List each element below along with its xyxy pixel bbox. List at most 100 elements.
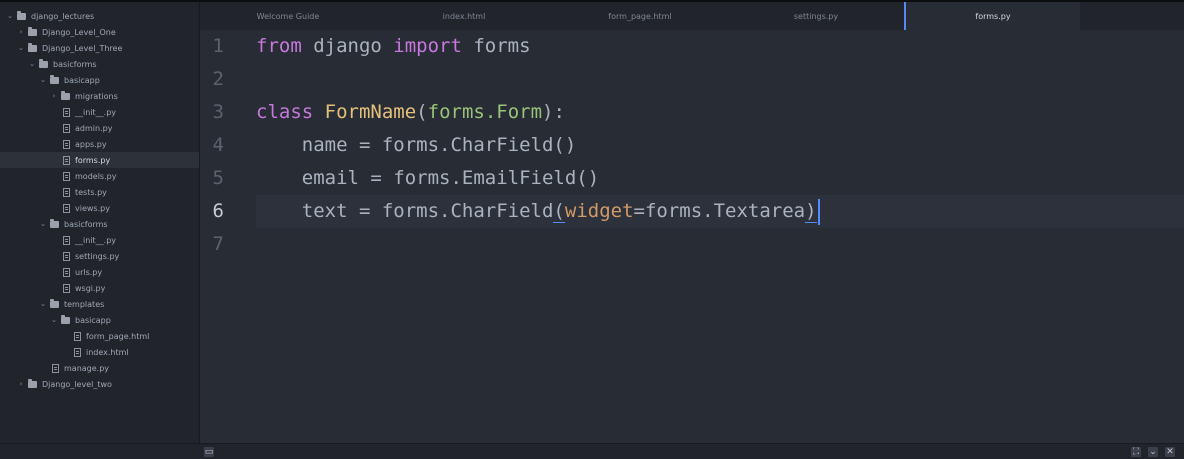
fullscreen-icon[interactable]: ⛶: [1131, 447, 1141, 457]
panel-toggle-icon[interactable]: ▭: [204, 447, 214, 457]
folder-icon: [50, 74, 59, 84]
code-token: email = forms.EmailField(): [256, 167, 600, 189]
tree-item-label: admin.py: [75, 123, 113, 133]
chevron-down-icon[interactable]: ⌄: [39, 220, 47, 228]
code-text: from django import forms: [256, 30, 531, 63]
tree-item-label: Django_Level_Three: [42, 43, 123, 53]
tree-folder[interactable]: ⌄ basicforms: [0, 216, 199, 232]
folder-icon: [50, 298, 59, 308]
tab-bar: Welcome Guide index.html form_page.html set…: [200, 2, 1184, 30]
file-icon: [63, 107, 70, 117]
chevron-right-icon[interactable]: ›: [17, 380, 25, 388]
code-line[interactable]: 7: [200, 228, 1184, 261]
chevron-right-icon[interactable]: ›: [17, 28, 25, 36]
file-icon: [63, 171, 70, 181]
file-icon: [63, 139, 70, 149]
file-icon: [63, 203, 70, 213]
code-line[interactable]: 6 text = forms.CharField(widget=forms.Te…: [200, 195, 1184, 228]
tree-file[interactable]: apps.py: [0, 136, 199, 152]
close-icon[interactable]: ✕: [1165, 447, 1175, 457]
code-token: name = forms.CharField(): [256, 134, 577, 156]
line-number: 4: [212, 134, 224, 156]
tree-file[interactable]: models.py: [0, 168, 199, 184]
folder-icon: [28, 378, 37, 388]
chevron-down-icon[interactable]: ⌄: [1148, 447, 1158, 457]
tree-file[interactable]: __init__.py: [0, 104, 199, 120]
tree-item-label: views.py: [75, 203, 110, 213]
line-number: 1: [212, 35, 224, 57]
folder-icon: [28, 42, 37, 52]
tree-file[interactable]: urls.py: [0, 264, 199, 280]
tree-file[interactable]: wsgi.py: [0, 280, 199, 296]
code-line[interactable]: 4 name = forms.CharField(): [200, 129, 1184, 162]
folder-icon: [17, 10, 26, 20]
tree-folder[interactable]: › Django_level_two: [0, 376, 199, 392]
tree-file[interactable]: views.py: [0, 200, 199, 216]
tab-label: form_page.html: [608, 11, 672, 21]
code-editor[interactable]: 1 from django import forms 2 3 class FormNam…: [200, 30, 1184, 443]
folder-icon: [50, 218, 59, 228]
tree-file[interactable]: __init__.py: [0, 232, 199, 248]
tab-label: forms.py: [975, 11, 1011, 21]
folder-icon: [39, 58, 48, 68]
tree-folder[interactable]: ⌄ basicforms: [0, 56, 199, 72]
line-number: 6: [212, 200, 224, 222]
code-line[interactable]: 3 class FormName(forms.Form):: [200, 96, 1184, 129]
chevron-down-icon[interactable]: ⌄: [39, 76, 47, 84]
tree-file[interactable]: admin.py: [0, 120, 199, 136]
status-bar: ▭ ⛶ ⌄ ✕: [0, 443, 1184, 459]
file-icon: [63, 283, 70, 293]
code-text: text = forms.CharField(widget=forms.Text…: [256, 195, 820, 228]
code-line[interactable]: 1 from django import forms: [200, 30, 1184, 63]
tree-folder[interactable]: ⌄ Django_Level_Three: [0, 40, 199, 56]
tab-label: settings.py: [793, 11, 839, 21]
tab-welcome-guide[interactable]: Welcome Guide: [228, 2, 348, 30]
line-number: 3: [212, 101, 224, 123]
tab-settings-py[interactable]: settings.py: [756, 2, 876, 30]
code-line[interactable]: 2: [200, 63, 1184, 96]
tree-file[interactable]: settings.py: [0, 248, 199, 264]
code-text: name = forms.CharField(): [256, 129, 577, 162]
tree-item-label: models.py: [75, 171, 117, 181]
code-line[interactable]: 5 email = forms.EmailField(): [200, 162, 1184, 195]
code-text: class FormName(forms.Form):: [256, 96, 565, 129]
tree-item-label: templates: [64, 299, 105, 309]
tree-file[interactable]: forms.py: [0, 152, 199, 168]
chevron-down-icon[interactable]: ⌄: [17, 44, 25, 52]
tree-item-label: wsgi.py: [75, 283, 106, 293]
chevron-down-icon[interactable]: ⌄: [50, 316, 58, 324]
tree-folder[interactable]: ⌄ basicapp: [0, 72, 199, 88]
line-number: 5: [212, 167, 224, 189]
tree-item-label: Django_level_two: [42, 379, 112, 389]
text-cursor: [817, 198, 820, 225]
tree-file[interactable]: form_page.html: [0, 328, 199, 344]
tab-index-html[interactable]: index.html: [404, 2, 524, 30]
tab-label: index.html: [442, 11, 486, 21]
file-icon: [63, 235, 70, 245]
tree-folder[interactable]: ⌄ basicapp: [0, 312, 199, 328]
tree-item-label: basicforms: [64, 219, 108, 229]
tab-form-page-html[interactable]: form_page.html: [580, 2, 700, 30]
chevron-down-icon[interactable]: ⌄: [39, 300, 47, 308]
tree-folder[interactable]: ⌄ templates: [0, 296, 199, 312]
tree-folder[interactable]: ⌄ django_lectures: [0, 8, 199, 24]
file-icon: [63, 187, 70, 197]
chevron-down-icon[interactable]: ⌄: [28, 60, 36, 68]
file-icon: [63, 155, 70, 165]
tree-item-label: basicapp: [75, 315, 111, 325]
tree-item-label: __init__.py: [75, 235, 117, 245]
tree-file[interactable]: index.html: [0, 344, 199, 360]
chevron-right-icon[interactable]: ›: [50, 92, 58, 100]
tab-forms-py[interactable]: forms.py: [904, 2, 1080, 30]
tree-view[interactable]: ⌄ django_lectures › Django_Level_One ⌄ Django…: [0, 2, 200, 443]
code-token: import: [393, 35, 462, 57]
tree-file[interactable]: manage.py: [0, 360, 199, 376]
line-number: 7: [212, 233, 224, 255]
tree-folder[interactable]: › migrations: [0, 88, 199, 104]
file-icon: [74, 331, 81, 341]
tree-folder[interactable]: › Django_Level_One: [0, 24, 199, 40]
chevron-down-icon[interactable]: ⌄: [6, 12, 14, 20]
tree-file[interactable]: tests.py: [0, 184, 199, 200]
tree-item-label: forms.py: [75, 155, 111, 165]
